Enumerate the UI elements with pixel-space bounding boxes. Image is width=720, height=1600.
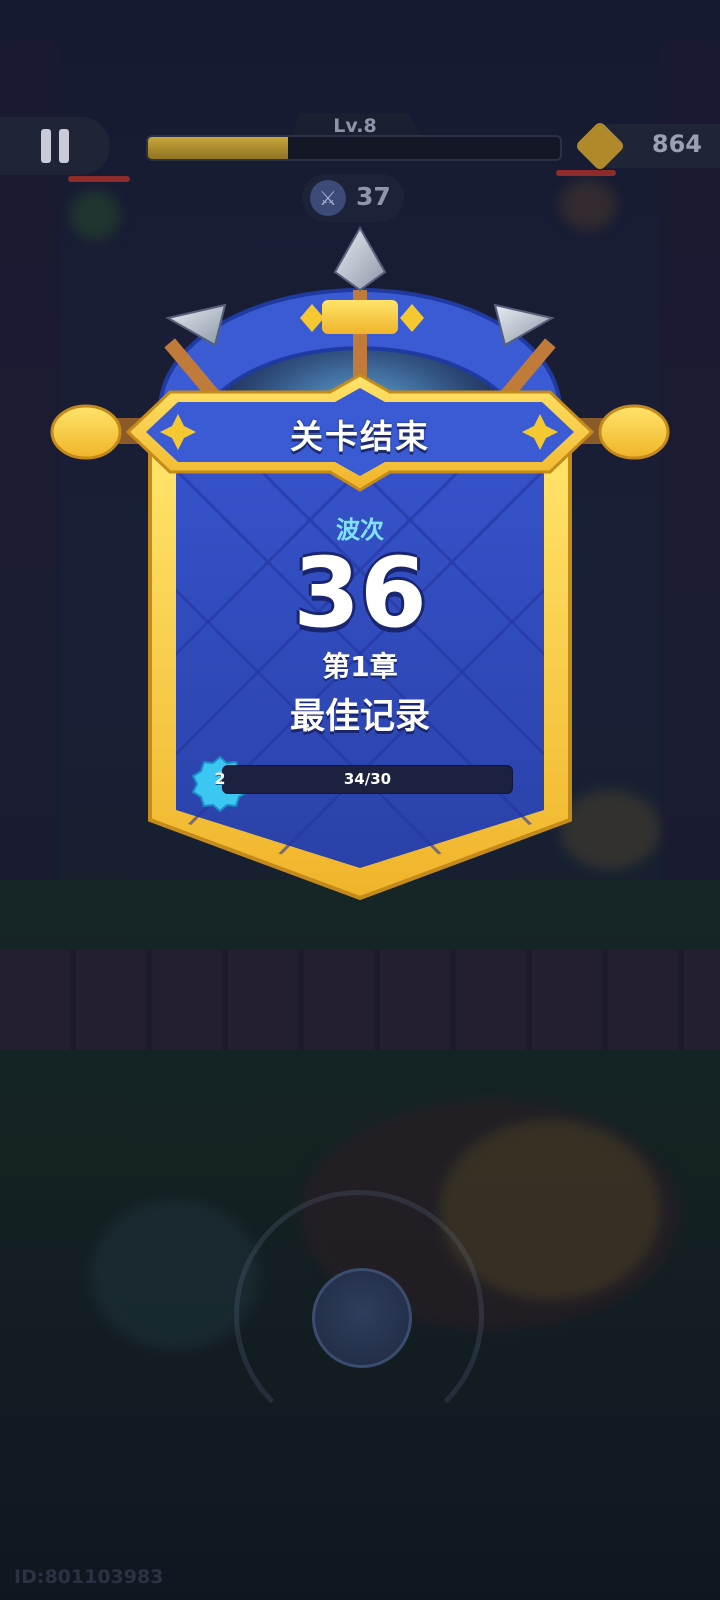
gem-level: 2 [214, 769, 226, 788]
badge-art [50, 225, 670, 901]
player-id: ID:801103983 [14, 1566, 164, 1588]
best-record-label: 最佳记录 [289, 697, 430, 737]
record-progress-bar: 34/30 [222, 765, 513, 794]
joystick-knob[interactable] [312, 1268, 412, 1368]
level-end-panel: 关卡结束 波次 36 第1章 最佳记录 34/30 2 [0, 0, 720, 1000]
rod-cap-left [50, 404, 122, 460]
chapter-label: 第1章 [322, 650, 398, 683]
wave-number: 36 [293, 537, 427, 649]
record-progress-text: 34/30 [343, 770, 392, 788]
panel-title: 关卡结束 [290, 417, 430, 456]
rod-cap-right [598, 404, 670, 460]
